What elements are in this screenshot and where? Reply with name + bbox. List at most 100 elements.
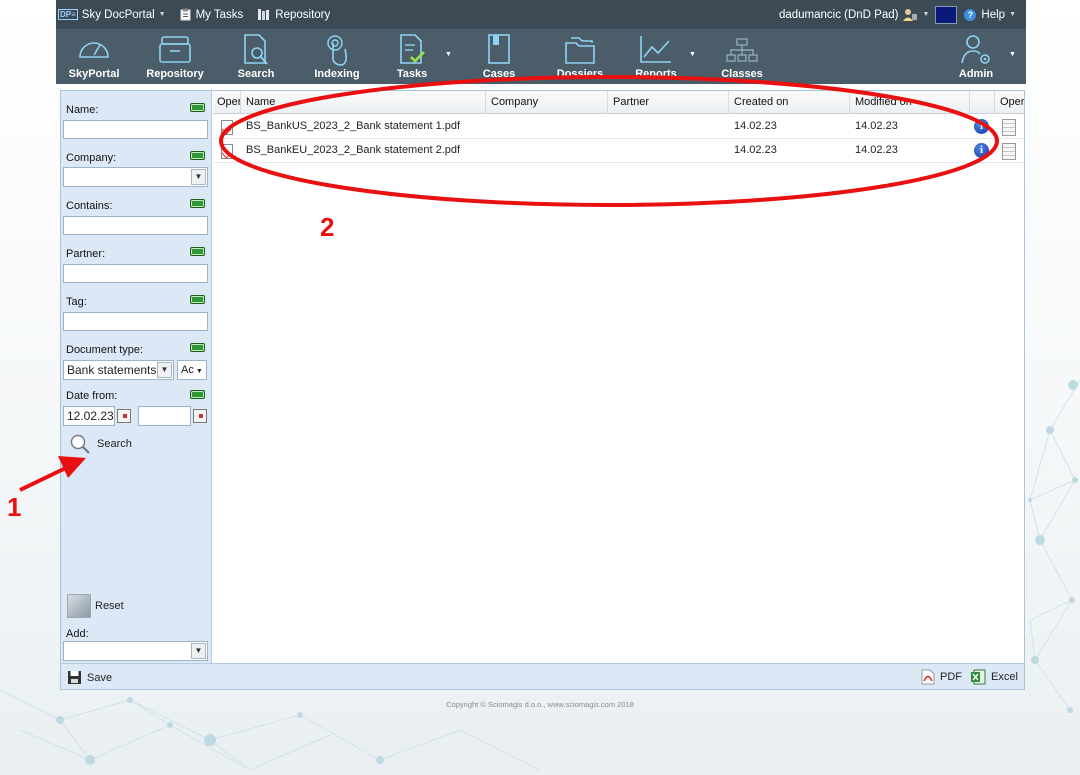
column-header-created-on[interactable]: Created on	[729, 91, 850, 114]
contains-filter-label: Contains:	[66, 200, 113, 212]
date-from-label: Date from:	[66, 390, 118, 402]
date-to-input[interactable]	[138, 406, 191, 426]
column-header-info[interactable]	[970, 91, 995, 114]
user-name: dadumancic (DnD Pad)	[778, 8, 899, 21]
column-header-company[interactable]: Company	[486, 91, 608, 114]
toolbar-reports[interactable]: Reports ▼	[621, 29, 696, 84]
info-icon[interactable]: i	[974, 143, 989, 158]
document-preview-icon[interactable]	[1002, 119, 1016, 136]
table-row[interactable]: BS_BankEU_2023_2_Bank statement 2.pdf 14…	[213, 139, 1024, 163]
cell-name[interactable]: BS_BankEU_2023_2_Bank statement 2.pdf	[241, 139, 486, 163]
save-button[interactable]: Save	[67, 670, 112, 685]
toolbar-cases[interactable]: Cases	[464, 29, 534, 84]
search-doc-icon	[244, 34, 268, 65]
hierarchy-icon	[726, 38, 758, 62]
doctype-extra-value: Ac	[181, 364, 194, 376]
tag-filter-input[interactable]	[63, 312, 208, 331]
contains-filter-toggle[interactable]	[190, 199, 205, 208]
column-header-name[interactable]: Name	[241, 91, 486, 114]
search-button-label: Search	[97, 438, 132, 450]
toolbar-admin[interactable]: Admin ▼	[941, 29, 1016, 84]
chevron-down-icon: ▼	[191, 643, 206, 659]
add-select[interactable]: ▼	[63, 641, 208, 661]
open-document-icon[interactable]	[221, 120, 233, 135]
my-tasks-link[interactable]: My Tasks	[180, 8, 244, 21]
toolbar-label: Repository	[146, 68, 204, 80]
column-header-modified-on[interactable]: Modified on	[850, 91, 970, 114]
tag-filter-toggle[interactable]	[190, 295, 205, 304]
contains-filter-input[interactable]	[63, 216, 208, 235]
cell-partner	[608, 115, 729, 139]
bottom-action-bar: Save PDF Excel	[61, 663, 1024, 689]
chart-icon	[640, 36, 671, 63]
app-name: Sky DocPortal	[81, 8, 155, 21]
doctype-extra-dropdown[interactable]: Ac ▼	[177, 360, 207, 380]
repository-link[interactable]: Repository	[257, 8, 330, 21]
column-header-oper-2[interactable]: Oper	[995, 91, 1024, 114]
toolbar-label: Reports	[635, 68, 677, 80]
add-label: Add:	[66, 628, 89, 640]
doctype-select[interactable]: Bank statements ▼	[63, 360, 174, 380]
toolbar-skyportal[interactable]: SkyPortal	[59, 29, 129, 84]
chevron-down-icon: ▼	[158, 11, 166, 18]
open-document-icon[interactable]	[221, 144, 233, 159]
toolbar-tasks[interactable]: Tasks ▼	[377, 29, 452, 84]
toolbar-classes[interactable]: Classes	[707, 29, 777, 84]
user-menu[interactable]: dadumancic (DnD Pad) ▼	[779, 8, 929, 22]
cell-name[interactable]: BS_BankUS_2023_2_Bank statement 1.pdf	[241, 115, 486, 139]
copyright-text: Copyright © Sciomagis d.o.o., www.scioma…	[446, 700, 634, 709]
help-menu[interactable]: ? Help ▼	[964, 8, 1016, 21]
name-filter-toggle[interactable]	[190, 103, 205, 112]
toolbar-indexing[interactable]: Indexing	[302, 29, 372, 84]
filter-panel: Name: Company: ▼ Contains: Partner: Tag:…	[61, 91, 212, 663]
my-tasks-label: My Tasks	[195, 8, 244, 21]
chevron-down-icon: ▼	[191, 169, 206, 185]
date-filter-toggle[interactable]	[190, 390, 205, 399]
results-grid: Oper Name Company Partner Created on Mod…	[213, 91, 1024, 663]
document-preview-icon[interactable]	[1002, 143, 1016, 160]
table-row[interactable]: BS_BankUS_2023_2_Bank statement 1.pdf 14…	[213, 115, 1024, 139]
doctype-filter-label: Document type:	[66, 344, 144, 356]
tag-filter-label: Tag:	[66, 296, 87, 308]
export-pdf-button[interactable]: PDF	[921, 669, 962, 685]
cell-company	[486, 115, 608, 139]
repository-panel: Name: Company: ▼ Contains: Partner: Tag:…	[60, 90, 1025, 690]
company-filter-select[interactable]: ▼	[63, 167, 208, 187]
info-icon[interactable]: i	[974, 119, 989, 134]
company-filter-toggle[interactable]	[190, 151, 205, 160]
toolbar-repository[interactable]: Repository	[140, 29, 210, 84]
top-menu-bar: DP≡ Sky DocPortal ▼ My Tasks Repository …	[56, 0, 1026, 29]
toolbar-label: Cases	[482, 68, 516, 80]
date-from-value: 12.02.23	[67, 409, 114, 423]
magnifier-icon	[70, 434, 90, 454]
touch-icon	[327, 35, 347, 66]
column-header-partner[interactable]: Partner	[608, 91, 729, 114]
calendar-icon[interactable]	[193, 409, 207, 423]
repository-books-icon	[258, 9, 270, 20]
reset-button[interactable]: Reset	[67, 594, 124, 618]
search-button[interactable]: Search	[69, 433, 132, 455]
toolbar-dossiers[interactable]: Dossiers	[545, 29, 615, 84]
app-menu[interactable]: DP≡ Sky DocPortal ▼	[56, 9, 166, 21]
toolbar-search[interactable]: Search	[221, 29, 291, 84]
date-from-input[interactable]: 12.02.23	[63, 406, 115, 426]
theme-color-swatch[interactable]	[935, 5, 958, 24]
chevron-down-icon: ▼	[1009, 11, 1016, 18]
cell-modified-on: 14.02.23	[855, 144, 898, 156]
export-excel-button[interactable]: Excel	[970, 669, 1018, 685]
gauge-icon	[79, 42, 109, 58]
name-filter-input[interactable]	[63, 120, 208, 139]
doctype-filter-toggle[interactable]	[190, 343, 205, 352]
cell-modified-on: 14.02.23	[855, 120, 898, 132]
folders-icon	[565, 37, 595, 64]
cell-company	[486, 139, 608, 163]
book-icon	[488, 34, 510, 64]
cell-created-on: 14.02.23	[734, 120, 777, 132]
partner-filter-input[interactable]	[63, 264, 208, 283]
cell-partner	[608, 139, 729, 163]
column-header-oper[interactable]: Oper	[213, 91, 241, 114]
excel-label: Excel	[991, 671, 1018, 683]
partner-filter-toggle[interactable]	[190, 247, 205, 256]
calendar-icon[interactable]	[117, 409, 131, 423]
help-label: Help	[981, 8, 1006, 21]
